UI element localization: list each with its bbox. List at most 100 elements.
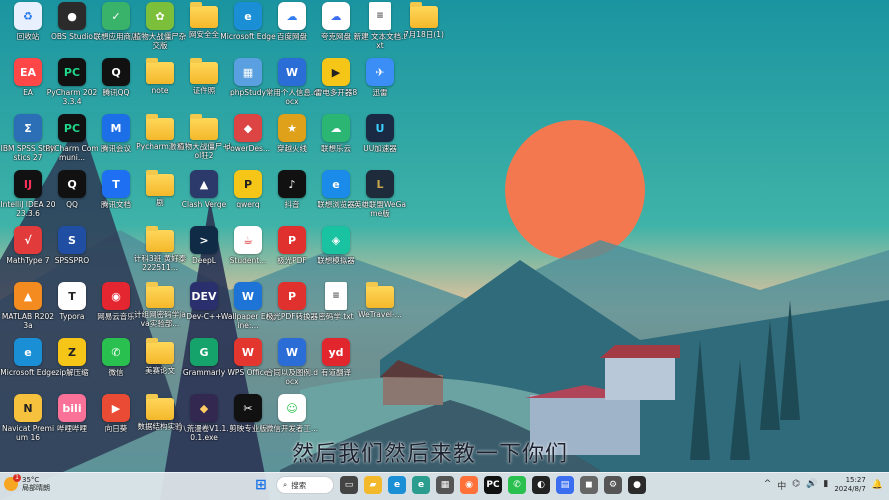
youdao-icon: yd	[322, 338, 350, 366]
word-doc-icon: W	[278, 58, 306, 86]
folder-icon	[190, 2, 218, 28]
folder-icon	[146, 114, 174, 140]
pycharm-icon: PC	[58, 58, 86, 86]
folder-icon	[190, 58, 218, 84]
zip-icon: Z	[58, 338, 86, 366]
notification-bell-icon[interactable]: 🔔	[872, 480, 883, 490]
task-view-button[interactable]: ▭	[340, 476, 358, 494]
lenovo-browser-icon: e	[322, 170, 350, 198]
jiguang-pdf-icon: P	[278, 226, 306, 254]
pinned-apps: ▭ ▰ e e ▦ ◉ PC ✆ ◐ ▤ ◼ ⚙ ●	[340, 476, 646, 494]
edge-dev-taskbar-button[interactable]: e	[412, 476, 430, 494]
video-subtitle: 然后我们然后来教一下你们	[292, 442, 569, 467]
jiguang-pdf-converter-icon: P	[278, 282, 306, 310]
desktop-icon-label: WeTravel-...	[358, 310, 402, 319]
clash-verge-icon: ▲	[190, 170, 218, 198]
system-tray: ^ 中 ⌬ 🔊 ▮ 15:27 2024/8/7 🔔	[764, 476, 883, 494]
spss-icon: Σ	[14, 114, 42, 142]
desktop-icon-label: UU加速器	[363, 144, 397, 153]
wps-icon: W	[234, 338, 262, 366]
sunlogin-icon: ▶	[102, 394, 130, 422]
pycharm-taskbar-button[interactable]: PC	[484, 476, 502, 494]
folder-icon	[146, 338, 174, 364]
intellij-icon: IJ	[14, 170, 42, 198]
wallpaper-engine-icon: W	[234, 282, 262, 310]
word-doc2-icon: W	[278, 338, 306, 366]
pycharm-ce-icon: PC	[58, 114, 86, 142]
obs-taskbar-button[interactable]: ●	[628, 476, 646, 494]
desktop-icon-youdao[interactable]: yd 有道翻译	[310, 338, 362, 394]
edge2-icon: e	[14, 338, 42, 366]
java-file-icon: ☕	[234, 226, 262, 254]
powerdesigner-icon: ◆	[234, 114, 262, 142]
weather-temperature: 35°C	[22, 476, 40, 484]
crossfire-icon: ★	[278, 114, 306, 142]
desktop-icon-lenovo-emulator[interactable]: ◈ 联想模拟器	[310, 226, 362, 282]
lenovo-cloud-icon: ☁	[322, 114, 350, 142]
media-taskbar-button[interactable]: ◼	[580, 476, 598, 494]
tencent-meeting-icon: M	[102, 114, 130, 142]
taskbar-search[interactable]: ⌕ 搜索	[276, 476, 334, 494]
search-icon: ⌕	[283, 480, 288, 489]
volume-icon[interactable]: 🔊	[806, 479, 817, 492]
netease-music-icon: ◉	[102, 282, 130, 310]
wechat-taskbar-button[interactable]: ✆	[508, 476, 526, 494]
desktop-icon-folder[interactable]: 7月18日(1)	[398, 2, 450, 58]
settings-taskbar-button[interactable]: ⚙	[604, 476, 622, 494]
firefox-taskbar-button[interactable]: ◉	[460, 476, 478, 494]
input-method-icon[interactable]: 中	[777, 479, 786, 492]
notification-badge: 1	[13, 474, 21, 482]
show-hidden-icons-chevron-icon[interactable]: ^	[764, 479, 772, 492]
desktop-icon-uu-accelerator[interactable]: U UU加速器	[354, 114, 406, 170]
qwerq-icon: P	[234, 170, 262, 198]
desktop-icon-thunder[interactable]: ✈ 迅雷	[354, 58, 406, 114]
wechat-devtools-icon: ☺	[278, 394, 306, 422]
text-file-icon: ≡	[325, 282, 347, 310]
matlab-icon: ▲	[14, 282, 42, 310]
desktop[interactable]: ♻ 回收站 ● OBS Studio ✓ 联想应用商店 ✿ 植物大战僵尸杂交版 网安全全 e Mic…	[0, 0, 889, 500]
github-taskbar-button[interactable]: ◐	[532, 476, 550, 494]
folder-icon	[146, 282, 174, 308]
douyin-icon: ♪	[278, 170, 306, 198]
taskbar[interactable]: 1 35°C 局部晴朗 ⊞ ⌕ 搜索 ▭ ▰ e e ▦ ◉ PC ✆ ◐ ▤ ◼ ⚙ ● ^ 中 ⌬ 🔊 ▮ …	[0, 472, 889, 500]
weather-widget[interactable]: 1 35°C 局部晴朗	[4, 474, 50, 492]
folder-icon	[146, 170, 174, 196]
wifi-icon[interactable]: ⌬	[792, 479, 800, 492]
lol-icon: L	[366, 170, 394, 198]
clock[interactable]: 15:27 2024/8/7	[834, 476, 865, 494]
desktop-icon-label: 英雄联盟WeGame版	[354, 200, 406, 218]
uu-accelerator-icon: U	[366, 114, 394, 142]
taskbar-center: ⊞ ⌕ 搜索 ▭ ▰ e e ▦ ◉ PC ✆ ◐ ▤ ◼ ⚙ ●	[252, 476, 646, 494]
search-label: 搜索	[291, 480, 307, 490]
desktop-icon-label: SPSSPRO	[54, 256, 90, 265]
qq2-icon: Q	[58, 170, 86, 198]
desktop-icon-lol[interactable]: L 英雄联盟WeGame版	[354, 170, 406, 226]
desktop-icon-label: 7月18日(1)	[404, 30, 444, 39]
ldplayer-icon: ▶	[322, 58, 350, 86]
remote-taskbar-button[interactable]: ▤	[556, 476, 574, 494]
edge-taskbar-button[interactable]: e	[388, 476, 406, 494]
baidu-netdisk-icon: ☁	[278, 2, 306, 30]
quark-netdisk-icon: ☁	[322, 2, 350, 30]
grammarly-icon: G	[190, 338, 218, 366]
store-taskbar-button[interactable]: ▦	[436, 476, 454, 494]
sun-icon: 1	[4, 474, 21, 491]
desktop-icon-folder[interactable]: WeTravel-...	[354, 282, 406, 338]
navicat-icon: N	[14, 394, 42, 422]
file-explorer-button[interactable]: ▰	[364, 476, 382, 494]
folder-icon	[146, 226, 174, 252]
devcpp-icon: DEV	[190, 282, 218, 310]
recycle-bin-icon: ♻	[14, 2, 42, 30]
desktop-icon-spsspro[interactable]: S SPSSPRO	[46, 226, 98, 282]
mathtype-icon: √	[14, 226, 42, 254]
folder-icon	[146, 394, 174, 420]
folder-icon	[190, 114, 218, 140]
battery-icon[interactable]: ▮	[823, 479, 828, 492]
obs-icon: ●	[58, 2, 86, 30]
edge-icon: e	[234, 2, 262, 30]
desktop-icon-label: 联想模拟器	[317, 256, 355, 265]
deepl-icon: >	[190, 226, 218, 254]
desktop-icon-label: 有道翻译	[321, 368, 351, 377]
clock-date: 2024/8/7	[834, 485, 866, 493]
start-button[interactable]: ⊞	[252, 476, 270, 494]
